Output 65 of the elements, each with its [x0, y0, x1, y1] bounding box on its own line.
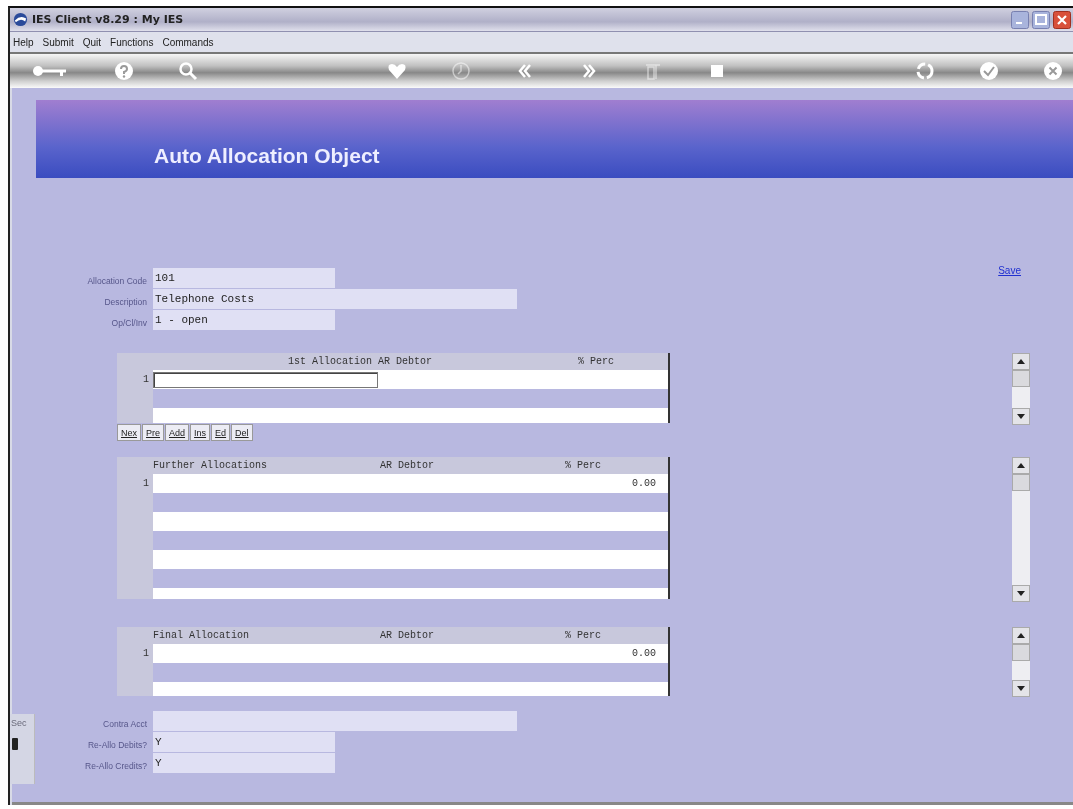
menu-item[interactable]: Submit [42, 36, 74, 48]
field-label: Allocation Code [87, 275, 147, 286]
panel-label: Sec [11, 718, 28, 728]
cell-input[interactable] [153, 371, 378, 388]
heart-icon[interactable] [386, 61, 407, 81]
help-icon[interactable] [114, 61, 134, 81]
field-label: Re-Allo Credits? [85, 760, 147, 771]
grid-button[interactable]: Ins [190, 424, 211, 441]
minimize-button[interactable] [1011, 10, 1029, 29]
field-label: Re-Allo Debits? [87, 739, 147, 750]
close-icon[interactable] [1043, 61, 1063, 81]
scroll-down-button[interactable] [1012, 585, 1030, 602]
menu-item[interactable]: Quit [82, 36, 102, 48]
scroll-down-button[interactable] [1012, 680, 1030, 697]
column-header: Final Allocation [153, 630, 250, 641]
input-field[interactable]: Telephone Costs [153, 289, 517, 309]
scroll-thumb[interactable] [1012, 474, 1030, 491]
table-cell: 0.00 [632, 478, 656, 489]
column-header: % Perc [577, 356, 614, 367]
maximize-button[interactable] [1032, 10, 1050, 29]
scroll-up-button[interactable] [1012, 353, 1030, 370]
column-header: 1st Allocation AR Debtor [287, 356, 433, 367]
field-label: Description [104, 296, 147, 307]
input-field[interactable]: Y [153, 732, 335, 752]
close-button[interactable] [1053, 10, 1071, 29]
menu-item[interactable]: Functions [110, 36, 154, 48]
grid-button[interactable]: Del [231, 424, 253, 441]
field-label: Op/Cl/Inv [111, 317, 147, 328]
scroll-up-button[interactable] [1012, 457, 1030, 474]
input-field[interactable]: 101 [153, 268, 335, 288]
input-field[interactable]: 1 - open [153, 310, 335, 330]
menu-item[interactable]: Commands [162, 36, 214, 48]
column-header: Further Allocations [153, 460, 269, 471]
side-icon [12, 738, 18, 750]
scroll-thumb[interactable] [1012, 370, 1030, 387]
scroll-up-button[interactable] [1012, 627, 1030, 644]
column-header: AR Debtor [380, 460, 435, 471]
window-title: IES Client v8.29 : My IES [32, 13, 184, 26]
globe-icon [13, 12, 28, 27]
grid-button[interactable]: Ed [211, 424, 231, 441]
page-title: Auto Allocation Object [154, 144, 380, 168]
scrollbar[interactable] [1012, 457, 1030, 602]
search-icon[interactable] [178, 61, 198, 81]
input-field[interactable]: Y [153, 753, 335, 773]
field-label: Contra Acct [103, 718, 147, 729]
input-field[interactable] [153, 711, 517, 731]
table-cell: 0.00 [632, 648, 656, 659]
scroll-down-button[interactable] [1012, 408, 1030, 425]
scrollbar[interactable] [1012, 353, 1030, 425]
grid-button[interactable]: Add [165, 424, 190, 441]
row-number: 1 [142, 647, 150, 661]
clock-icon[interactable] [450, 61, 471, 81]
menu-item[interactable]: Help [13, 36, 34, 48]
row-number: 1 [142, 477, 150, 491]
save-link[interactable]: Save [998, 265, 1021, 279]
check-icon[interactable] [979, 61, 999, 81]
row-number: 1 [142, 373, 150, 387]
column-header: % Perc [565, 460, 601, 471]
scrollbar[interactable] [1012, 627, 1030, 697]
scroll-thumb[interactable] [1012, 644, 1030, 661]
column-header: % Perc [565, 630, 601, 641]
grid-button[interactable]: Pre [142, 424, 165, 441]
grid-button[interactable]: Nex [117, 424, 141, 441]
column-header: AR Debtor [380, 630, 435, 641]
recycle-icon[interactable] [915, 61, 935, 81]
